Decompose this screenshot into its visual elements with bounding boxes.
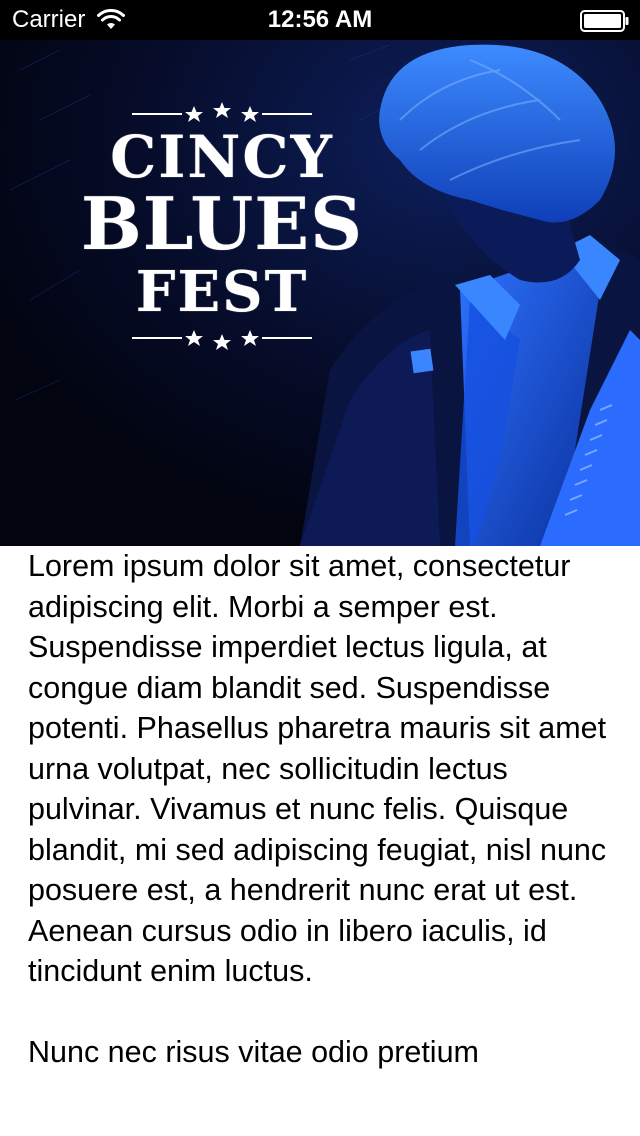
logo-line-1: CINCY (110, 123, 334, 191)
festival-logo: CINCY BLUES FEST (62, 100, 382, 350)
battery-icon (580, 10, 630, 32)
article-paragraph: Nunc nec risus vitae odio pretium (28, 1034, 479, 1069)
article-paragraph: Lorem ipsum dolor sit amet, consectetur … (28, 549, 607, 988)
status-time: 12:56 AM (267, 6, 373, 33)
logo-line-2: BLUES (80, 181, 364, 266)
stars-icon (132, 330, 312, 350)
article-body: Lorem ipsum dolor sit amet, consectetur … (28, 546, 608, 1112)
stars-icon (132, 102, 312, 122)
logo-line-3: FEST (135, 259, 309, 325)
hero-banner: CINCY BLUES FEST (0, 40, 640, 546)
status-bar: Carrier 12:56 AM (0, 0, 640, 40)
